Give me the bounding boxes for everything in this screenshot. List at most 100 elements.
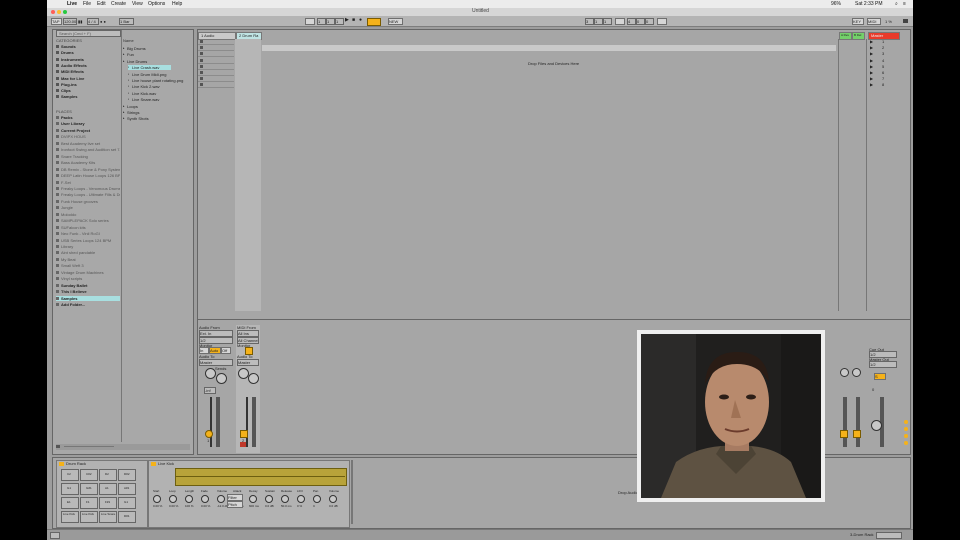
- metronome-icon[interactable]: ● ●: [100, 19, 106, 24]
- filter-button[interactable]: Filter: [227, 494, 243, 501]
- place-item[interactable]: SUFalcon kits: [56, 225, 120, 230]
- place-item[interactable]: Bass Academy Kits: [56, 160, 120, 165]
- file-item[interactable]: ▸ Synth Shots: [123, 116, 171, 121]
- place-item[interactable]: Ironfoot Swing and Audition set 7-4-1 A: [56, 147, 120, 152]
- arrangement-pos-sixteenths[interactable]: 1: [335, 18, 344, 25]
- preview-toggle[interactable]: [56, 445, 60, 448]
- return-a-send-knob[interactable]: [840, 368, 849, 377]
- clip-stop-icon[interactable]: [200, 40, 203, 43]
- volume-fader[interactable]: [216, 397, 220, 447]
- place-item[interactable]: Aint shed pandable: [56, 250, 120, 255]
- scene-launch-icon[interactable]: ▶: [870, 82, 873, 87]
- sampler-param-knob[interactable]: [329, 495, 337, 503]
- clip-slot[interactable]: [198, 76, 234, 83]
- sampler-param-knob[interactable]: [201, 495, 209, 503]
- mixer-divider[interactable]: [198, 319, 910, 320]
- return-b-fader[interactable]: [856, 397, 860, 447]
- track-activator-button[interactable]: [205, 430, 213, 438]
- return-a-fader[interactable]: [843, 397, 847, 447]
- category-item[interactable]: Drums: [56, 50, 118, 55]
- file-item[interactable]: ▪ Live Drum Midi.png: [128, 72, 171, 77]
- record-icon[interactable]: ●: [359, 18, 362, 23]
- place-item[interactable]: Moloddo: [56, 212, 120, 217]
- drum-pad[interactable]: G1: [61, 483, 79, 495]
- scene-launch-icon[interactable]: ▶: [870, 64, 873, 69]
- loop-start-beats[interactable]: 1: [594, 18, 603, 25]
- file-item[interactable]: ▪ Live Kick 2.wav: [128, 84, 171, 89]
- category-item[interactable]: Instruments: [56, 57, 118, 62]
- menu-edit[interactable]: Edit: [97, 1, 106, 7]
- place-item[interactable]: Sunday Ballet: [56, 283, 120, 288]
- clip-slot[interactable]: [198, 45, 234, 52]
- sampler-param-knob[interactable]: [313, 495, 321, 503]
- file-item[interactable]: ▸ Loops: [123, 104, 171, 109]
- sampler-param-knob[interactable]: [185, 495, 193, 503]
- sampler-param-knob[interactable]: [265, 495, 273, 503]
- sampler-param-knob[interactable]: [297, 495, 305, 503]
- audio-to-menu[interactable]: Master: [237, 359, 259, 366]
- device-title[interactable]: Drum Rack: [66, 461, 86, 466]
- midi-from-menu[interactable]: All Ins: [237, 330, 259, 337]
- place-item[interactable]: SAMPLEPACK Solo series: [56, 218, 120, 223]
- place-item[interactable]: Funk House grooves: [56, 199, 120, 204]
- clip-stop-icon[interactable]: [200, 52, 203, 56]
- drum-pad[interactable]: C2: [61, 469, 79, 481]
- tempo-field[interactable]: 120.00: [63, 18, 77, 25]
- place-item[interactable]: Best Academy live set: [56, 141, 120, 146]
- file-item[interactable]: ▸ Fun: [123, 52, 171, 57]
- scene-launch[interactable]: ▶ 6: [868, 70, 898, 75]
- stop-icon[interactable]: ■: [352, 18, 355, 23]
- audio-from-menu[interactable]: Ext. In: [199, 330, 233, 337]
- place-item[interactable]: DB Remix - Stone & Pony System: [56, 167, 120, 172]
- follow-button[interactable]: [305, 18, 315, 25]
- arm-button[interactable]: [240, 442, 246, 447]
- sampler-param-knob[interactable]: [169, 495, 177, 503]
- file-item[interactable]: ▸ Strings: [123, 110, 171, 115]
- clip-stop-icon[interactable]: [200, 83, 203, 87]
- loop-start-bars[interactable]: 3: [585, 18, 594, 25]
- category-item[interactable]: Clips: [56, 88, 118, 93]
- scene-launch-icon[interactable]: ▶: [870, 58, 873, 63]
- arrangement-pos-bars[interactable]: 1: [317, 18, 326, 25]
- place-item[interactable]: Freaky Loops - Venomous Drums: [56, 186, 120, 191]
- drum-pad[interactable]: F1: [80, 497, 98, 509]
- category-item[interactable]: Audio Effects: [56, 63, 118, 68]
- drum-pad[interactable]: A1: [99, 483, 117, 495]
- sample-waveform[interactable]: [175, 468, 347, 486]
- menu-view[interactable]: View: [132, 1, 143, 7]
- clip-stop-icon[interactable]: [200, 64, 203, 68]
- scene-launch[interactable]: ▶ 8: [868, 82, 898, 87]
- drum-pad[interactable]: D#2: [118, 469, 136, 481]
- file-item[interactable]: ▪ Live Snare.wav: [128, 97, 171, 102]
- place-item[interactable]: USB Series Loops 124 BPM: [56, 238, 120, 243]
- return-b-activator[interactable]: [853, 430, 861, 438]
- arrangement-pos-beats[interactable]: 1: [326, 18, 335, 25]
- clip-slot[interactable]: [198, 70, 234, 76]
- drum-pad[interactable]: F#1: [99, 497, 117, 509]
- scene-launch-icon[interactable]: ▶: [870, 45, 873, 50]
- file-item[interactable]: ▸ Live Drums: [123, 59, 171, 64]
- drum-pad[interactable]: D#1: [118, 511, 136, 523]
- sampler-param-knob[interactable]: [153, 495, 161, 503]
- send-b-knob[interactable]: [216, 373, 227, 384]
- place-item[interactable]: Current Project: [56, 128, 120, 133]
- close-window-button[interactable]: [51, 10, 55, 14]
- volume-fader[interactable]: [252, 397, 256, 447]
- place-item[interactable]: This I Believe: [56, 289, 120, 294]
- place-item[interactable]: Add Folder...: [56, 302, 120, 307]
- place-item[interactable]: F-Set: [56, 180, 120, 185]
- master-out-menu[interactable]: 1/2: [869, 361, 897, 368]
- midi-map-button[interactable]: MIDI: [867, 18, 881, 25]
- drum-pad[interactable]: C#2: [80, 469, 98, 481]
- scene-launch-icon[interactable]: ▶: [870, 51, 873, 56]
- clip-stop-icon[interactable]: [200, 58, 203, 62]
- monitor-off-button[interactable]: Off: [221, 347, 231, 354]
- cue-volume-knob[interactable]: [871, 420, 882, 431]
- drum-pad[interactable]: A#1: [118, 483, 136, 495]
- category-item[interactable]: Sounds: [56, 44, 118, 49]
- monitor-in-button[interactable]: In: [199, 347, 209, 354]
- loop-start-sixteenths[interactable]: 1: [603, 18, 612, 25]
- drum-pad[interactable]: G#1: [80, 483, 98, 495]
- place-item[interactable]: User Library: [56, 121, 120, 126]
- drum-pad[interactable]: E1: [61, 497, 79, 509]
